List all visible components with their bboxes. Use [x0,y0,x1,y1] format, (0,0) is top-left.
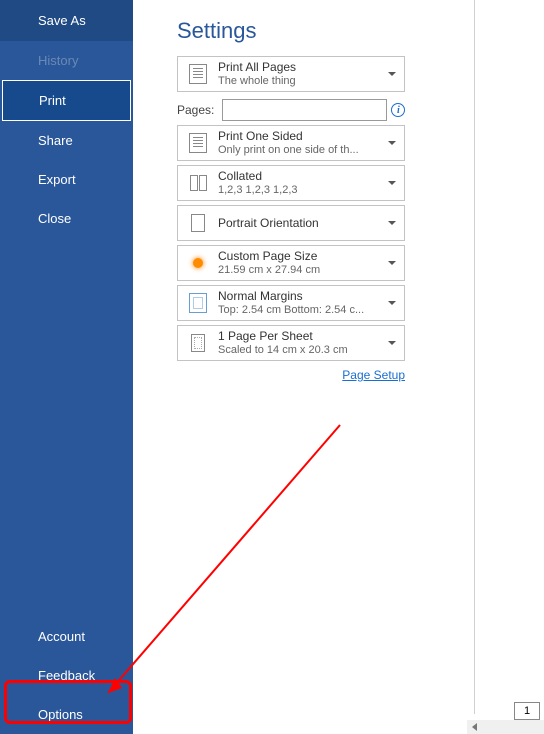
settings-title: Settings [177,0,500,52]
sidebar-item-history[interactable]: History [0,41,133,80]
setting-line2: Scaled to 14 cm x 20.3 cm [218,344,384,357]
backstage-sidebar: Save As History Print Share Export Close… [0,0,133,734]
sidebar-item-feedback[interactable]: Feedback [0,656,133,695]
margins-icon [178,293,218,313]
setting-line2: 21.59 cm x 27.94 cm [218,264,384,277]
margins-selector[interactable]: Normal Margins Top: 2.54 cm Bottom: 2.54… [177,285,405,321]
sides-selector[interactable]: Print One Sided Only print on one side o… [177,125,405,161]
horizontal-scrollbar[interactable] [467,720,544,734]
custom-icon [178,258,218,268]
setting-line2: 1,2,3 1,2,3 1,2,3 [218,184,384,197]
sidebar-top: Save As History Print Share Export Close [0,0,133,238]
setting-line1: Normal Margins [218,289,384,303]
collation-selector[interactable]: Collated 1,2,3 1,2,3 1,2,3 [177,165,405,201]
setting-line1: Print All Pages [218,60,384,74]
sidebar-item-saveas[interactable]: Save As [0,0,133,41]
setting-line1: Custom Page Size [218,249,384,263]
page-setup-link[interactable]: Page Setup [177,368,405,382]
chevron-down-icon [388,301,396,305]
sidebar-item-export[interactable]: Export [0,160,133,199]
pages-icon [178,64,218,84]
info-icon[interactable]: i [391,103,405,117]
pages-row: Pages: i [177,99,500,121]
chevron-down-icon [388,72,396,76]
sidebar-item-close[interactable]: Close [0,199,133,238]
sheet-icon [178,334,218,352]
sidebar-item-share[interactable]: Share [0,121,133,160]
pagesheet-selector[interactable]: 1 Page Per Sheet Scaled to 14 cm x 20.3 … [177,325,405,361]
print-what-selector[interactable]: Print All Pages The whole thing [177,56,405,92]
setting-line2: Only print on one side of th... [218,144,384,157]
chevron-down-icon [388,141,396,145]
onesided-icon [178,133,218,153]
sidebar-item-options[interactable]: Options [0,695,133,734]
setting-line1: Portrait Orientation [218,216,384,230]
setting-line2: Top: 2.54 cm Bottom: 2.54 c... [218,304,384,317]
setting-line1: Print One Sided [218,129,384,143]
divider [474,0,475,714]
setting-line2: The whole thing [218,75,384,88]
pages-label: Pages: [177,103,214,117]
chevron-down-icon [388,181,396,185]
setting-line1: 1 Page Per Sheet [218,329,384,343]
chevron-down-icon [388,221,396,225]
sidebar-item-account[interactable]: Account [0,617,133,656]
setting-line1: Collated [218,169,384,183]
sidebar-bottom: Account Feedback Options [0,617,133,734]
scroll-left-icon[interactable] [467,720,481,734]
page-number-input[interactable]: 1 [514,702,540,720]
orientation-selector[interactable]: Portrait Orientation [177,205,405,241]
pagesize-selector[interactable]: Custom Page Size 21.59 cm x 27.94 cm [177,245,405,281]
sidebar-item-print[interactable]: Print [2,80,131,121]
pages-input[interactable] [222,99,387,121]
collated-icon [178,175,218,191]
chevron-down-icon [388,341,396,345]
chevron-down-icon [388,261,396,265]
portrait-icon [178,214,218,232]
